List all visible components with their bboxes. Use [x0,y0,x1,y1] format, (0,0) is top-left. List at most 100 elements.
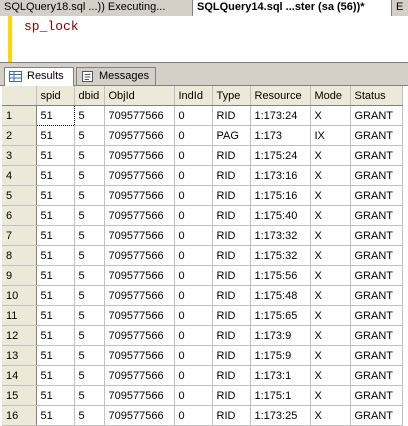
table-cell[interactable]: X [310,185,351,206]
table-cell[interactable]: 5 [74,265,105,286]
table-cell[interactable]: 0 [174,385,213,406]
table-cell[interactable]: 1:173:9 [250,325,311,346]
row-number[interactable]: 7 [2,225,37,246]
table-cell[interactable]: IX [310,125,351,146]
row-number[interactable]: 4 [2,165,37,186]
table-cell[interactable]: 51 [36,165,75,186]
table-cell[interactable]: X [310,305,351,326]
table-cell[interactable]: 5 [74,225,105,246]
column-header[interactable]: IndId [174,86,213,106]
table-row[interactable]: 4 51 5 709577566 0 RID 1:173:16 X GRANT [2,165,403,186]
doc-tab-overflow[interactable]: E [394,0,408,15]
row-number[interactable]: 6 [2,205,37,226]
column-header[interactable]: Mode [310,86,351,106]
table-cell[interactable]: 1:175:24 [250,145,311,166]
table-cell[interactable]: 1:175:32 [250,245,311,266]
table-cell[interactable]: 51 [36,405,75,426]
row-number[interactable]: 2 [2,125,37,146]
table-cell[interactable]: 1:173:32 [250,225,311,246]
table-cell[interactable]: 0 [174,245,213,266]
table-cell[interactable]: GRANT [350,325,403,346]
doc-tab-sqlquery18[interactable]: SQLQuery18.sql ...)) Executing... [0,0,192,15]
table-cell[interactable]: 709577566 [104,185,175,206]
table-cell[interactable]: RID [212,305,251,326]
table-cell[interactable]: GRANT [350,125,403,146]
table-cell[interactable]: X [310,285,351,306]
table-cell[interactable]: GRANT [350,145,403,166]
table-cell[interactable]: 0 [174,125,213,146]
table-cell[interactable]: 709577566 [104,205,175,226]
row-number[interactable]: 3 [2,145,37,166]
table-cell[interactable]: 0 [174,145,213,166]
table-row[interactable]: 16 51 5 709577566 0 RID 1:173:25 X GRANT [2,405,403,426]
table-cell[interactable]: X [310,245,351,266]
table-cell[interactable]: GRANT [350,405,403,426]
table-cell[interactable]: 5 [74,185,105,206]
table-cell[interactable]: 709577566 [104,405,175,426]
column-header[interactable]: Resource [250,86,311,106]
table-cell[interactable]: 5 [74,145,105,166]
table-row[interactable]: 7 51 5 709577566 0 RID 1:173:32 X GRANT [2,225,403,246]
table-cell[interactable]: GRANT [350,225,403,246]
table-cell[interactable]: GRANT [350,205,403,226]
table-cell[interactable]: 5 [74,305,105,326]
table-cell[interactable]: 1:173 [250,125,311,146]
table-row[interactable]: 15 51 5 709577566 0 RID 1:175:1 X GRANT [2,385,403,406]
query-editor[interactable]: sp_lock [0,16,408,62]
corner-cell[interactable] [2,86,37,106]
table-cell[interactable]: 1:175:9 [250,345,311,366]
table-cell[interactable]: 709577566 [104,105,175,126]
row-number[interactable]: 5 [2,185,37,206]
table-cell[interactable]: RID [212,105,251,126]
table-row[interactable]: 10 51 5 709577566 0 RID 1:175:48 X GRANT [2,285,403,306]
table-cell[interactable]: RID [212,185,251,206]
table-cell[interactable]: 709577566 [104,165,175,186]
table-cell[interactable]: 0 [174,185,213,206]
table-cell[interactable]: 709577566 [104,325,175,346]
table-row[interactable]: 8 51 5 709577566 0 RID 1:175:32 X GRANT [2,245,403,266]
table-cell[interactable]: GRANT [350,345,403,366]
table-cell[interactable]: RID [212,285,251,306]
table-cell[interactable]: X [310,205,351,226]
table-row[interactable]: 11 51 5 709577566 0 RID 1:175:65 X GRANT [2,305,403,326]
query-text[interactable]: sp_lock [24,19,79,34]
table-cell[interactable]: 5 [74,345,105,366]
doc-tab-sqlquery14[interactable]: SQLQuery14.sql ...ster (sa (56))* [192,0,392,17]
table-cell[interactable]: GRANT [350,185,403,206]
table-cell[interactable]: 51 [36,285,75,306]
table-cell[interactable]: 0 [174,225,213,246]
table-cell[interactable]: 5 [74,165,105,186]
results-grid[interactable]: spid dbid ObjId IndId Type Resource Mode… [2,86,408,426]
tab-messages[interactable]: Messages [76,67,156,85]
table-cell[interactable]: GRANT [350,245,403,266]
table-cell[interactable]: 709577566 [104,305,175,326]
table-cell[interactable]: RID [212,365,251,386]
table-cell[interactable]: RID [212,385,251,406]
table-cell[interactable]: GRANT [350,305,403,326]
table-cell[interactable]: GRANT [350,285,403,306]
table-cell[interactable]: 1:173:25 [250,405,311,426]
table-cell[interactable]: 709577566 [104,385,175,406]
table-cell[interactable]: 0 [174,285,213,306]
table-cell[interactable]: GRANT [350,385,403,406]
table-cell[interactable]: 0 [174,105,213,126]
table-cell[interactable]: RID [212,325,251,346]
table-row[interactable]: 2 51 5 709577566 0 PAG 1:173 IX GRANT [2,125,403,146]
row-number[interactable]: 11 [2,305,37,326]
table-row[interactable]: 3 51 5 709577566 0 RID 1:175:24 X GRANT [2,145,403,166]
table-cell[interactable]: RID [212,225,251,246]
table-cell[interactable]: RID [212,345,251,366]
table-cell[interactable]: 51 [36,325,75,346]
table-cell[interactable]: 1:173:1 [250,365,311,386]
column-header[interactable]: dbid [74,86,105,106]
table-cell[interactable]: 51 [36,385,75,406]
table-cell[interactable]: 51 [36,365,75,386]
table-cell[interactable]: 1:175:48 [250,285,311,306]
table-cell[interactable]: 1:175:1 [250,385,311,406]
table-cell[interactable]: 1:175:65 [250,305,311,326]
table-cell[interactable]: 1:173:16 [250,165,311,186]
table-cell[interactable]: 5 [74,365,105,386]
table-cell[interactable]: 709577566 [104,225,175,246]
table-row[interactable]: 12 51 5 709577566 0 RID 1:173:9 X GRANT [2,325,403,346]
table-cell[interactable]: 0 [174,265,213,286]
